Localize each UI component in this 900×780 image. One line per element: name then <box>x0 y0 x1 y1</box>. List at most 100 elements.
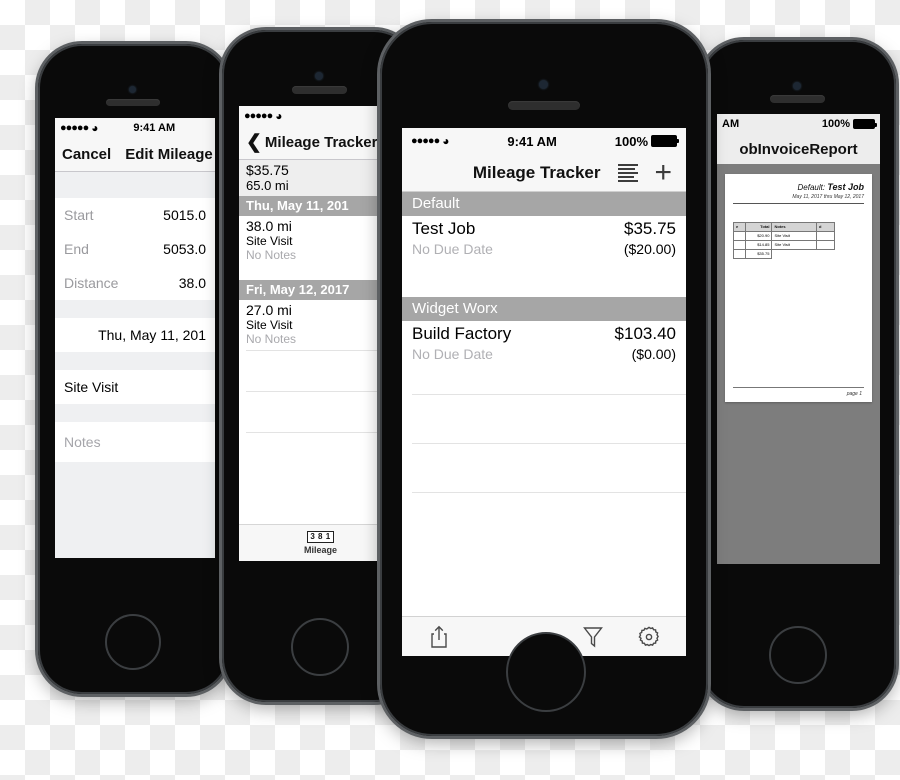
job-balance: ($0.00) <box>631 346 676 362</box>
cell-total: $20.90 <box>745 231 773 241</box>
back-button-label[interactable]: Mileage Tracker <box>265 134 378 151</box>
field-row-start[interactable]: Start 5015.0 <box>55 198 215 232</box>
cell-grand-total: $35.75 <box>745 249 773 259</box>
trip-type: Site Visit <box>246 318 293 332</box>
report-footer-divider <box>733 387 864 388</box>
date-value: Thu, May 11, 201 <box>98 327 206 343</box>
page-title: Edit Mileage <box>125 146 213 163</box>
trip-distance: 27.0 mi <box>246 302 292 318</box>
job-due-date: No Due Date <box>412 241 493 257</box>
trip-distance: 38.0 mi <box>246 218 292 234</box>
battery-percent: 100% <box>614 133 648 149</box>
list-spacer <box>239 266 402 280</box>
date-section-header: Fri, May 12, 2017 <box>239 280 402 300</box>
form-spacer <box>55 300 215 318</box>
empty-row[interactable] <box>402 444 686 492</box>
job-amount: $103.40 <box>614 324 676 343</box>
tab-item-mileage[interactable]: 3 8 1 Mileage <box>304 531 337 555</box>
status-bar: ●●●●● ◕ 9:41 AM <box>55 118 215 138</box>
earpiece-speaker <box>770 95 825 103</box>
list-lines-icon[interactable] <box>618 163 639 182</box>
job-amount: $35.75 <box>624 219 676 238</box>
screen-mileage-list: ●●●●● ◕ 9 ❮ Mileage Tracker $35.75 65.0 … <box>239 106 402 561</box>
nav-bar: ❮ Mileage Tracker <box>239 126 402 160</box>
nav-bar: Cancel Edit Mileage <box>55 138 215 172</box>
report-preview-area[interactable]: Default: Test Job May 11, 2017 thru May … <box>717 164 880 564</box>
table-header-row: e Total Notes d <box>732 222 836 232</box>
battery-icon <box>651 135 679 147</box>
field-label: Distance <box>64 275 119 291</box>
wifi-icon: ◕ <box>91 121 99 135</box>
field-row-distance[interactable]: Distance 38.0 <box>55 266 215 300</box>
field-value: 5053.0 <box>163 241 206 257</box>
list-spacer <box>402 368 686 394</box>
trip-row[interactable]: 38.0 mi Site Visit No Notes <box>239 216 402 266</box>
cell-extra <box>815 240 836 250</box>
nav-bar: Mileage Tracker + <box>402 154 686 192</box>
phone-edit-mileage: ●●●●● ◕ 9:41 AM Cancel Edit Mileage Star… <box>38 44 230 694</box>
empty-row <box>239 351 402 391</box>
trip-row[interactable]: 27.0 mi Site Visit No Notes <box>239 300 402 350</box>
report-title-job: Test Job <box>827 182 864 192</box>
cancel-button[interactable]: Cancel <box>62 146 111 163</box>
list-spacer <box>402 263 686 297</box>
battery-icon <box>853 119 877 129</box>
home-button[interactable] <box>291 618 349 676</box>
notes-field[interactable]: Notes <box>55 422 215 462</box>
empty-row[interactable] <box>402 395 686 443</box>
cell-notes: Site Visit <box>771 231 817 241</box>
share-icon[interactable] <box>424 622 454 652</box>
front-camera-icon <box>793 82 801 90</box>
cell-total: $14.85 <box>745 240 773 250</box>
column-header: Notes <box>771 222 817 232</box>
row-index-cell <box>732 240 747 250</box>
signal-dots-icon: ●●●●● <box>60 122 89 134</box>
field-row-end[interactable]: End 5053.0 <box>55 232 215 266</box>
job-row-build-factory[interactable]: Build Factory $103.40 No Due Date ($0.00… <box>402 321 686 368</box>
form-spacer <box>55 172 215 198</box>
status-bar: AM 100% <box>717 114 880 134</box>
report-table: e Total Notes d $20.90 Site Visit $14.85 <box>732 222 836 259</box>
form-spacer <box>55 462 215 558</box>
field-row-type[interactable]: Site Visit <box>55 370 215 404</box>
home-button[interactable] <box>769 626 827 684</box>
report-page: Default: Test Job May 11, 2017 thru May … <box>725 174 872 402</box>
section-header-widget-worx: Widget Worx <box>402 297 686 321</box>
battery-percent: 100% <box>821 118 850 130</box>
job-row-test-job[interactable]: Test Job $35.75 No Due Date ($20.00) <box>402 216 686 263</box>
plus-icon[interactable]: + <box>654 157 672 187</box>
report-page-number: page 1 <box>846 391 862 397</box>
wifi-icon: ◕ <box>442 134 450 148</box>
row-index-cell <box>732 249 747 259</box>
field-row-date[interactable]: Thu, May 11, 201 <box>55 318 215 352</box>
gear-icon[interactable] <box>634 622 664 652</box>
nav-bar: obInvoiceReport <box>717 134 880 164</box>
empty-row <box>239 392 402 432</box>
form-spacer <box>55 404 215 422</box>
column-header: d <box>815 222 836 232</box>
cell-extra <box>815 231 836 241</box>
field-value: 5015.0 <box>163 207 206 223</box>
job-name: Test Job <box>412 219 476 238</box>
earpiece-speaker <box>106 99 160 106</box>
front-camera-icon <box>129 86 136 93</box>
tab-item-label: Mileage <box>303 545 337 555</box>
screen-invoice-report: AM 100% obInvoiceReport Default: Test Jo… <box>717 114 880 564</box>
field-label: Start <box>64 207 94 223</box>
job-due-date: No Due Date <box>412 346 493 362</box>
status-time: 9:41 AM <box>507 133 557 149</box>
front-camera-icon <box>539 80 548 89</box>
cell-blank <box>816 250 834 259</box>
chevron-left-icon[interactable]: ❮ <box>246 133 262 152</box>
mileage-summary: $35.75 65.0 mi <box>239 160 402 196</box>
row-index-cell <box>732 231 747 241</box>
table-total-row: $35.75 <box>732 249 835 259</box>
odometer-icon: 3 8 1 <box>307 531 334 543</box>
home-button[interactable] <box>506 632 586 712</box>
job-balance: ($20.00) <box>623 241 676 257</box>
front-camera-icon <box>315 72 323 80</box>
filter-funnel-icon[interactable] <box>578 622 608 652</box>
field-label: End <box>64 241 89 257</box>
phone-invoice-report: AM 100% obInvoiceReport Default: Test Jo… <box>700 40 896 708</box>
home-button[interactable] <box>105 614 161 670</box>
